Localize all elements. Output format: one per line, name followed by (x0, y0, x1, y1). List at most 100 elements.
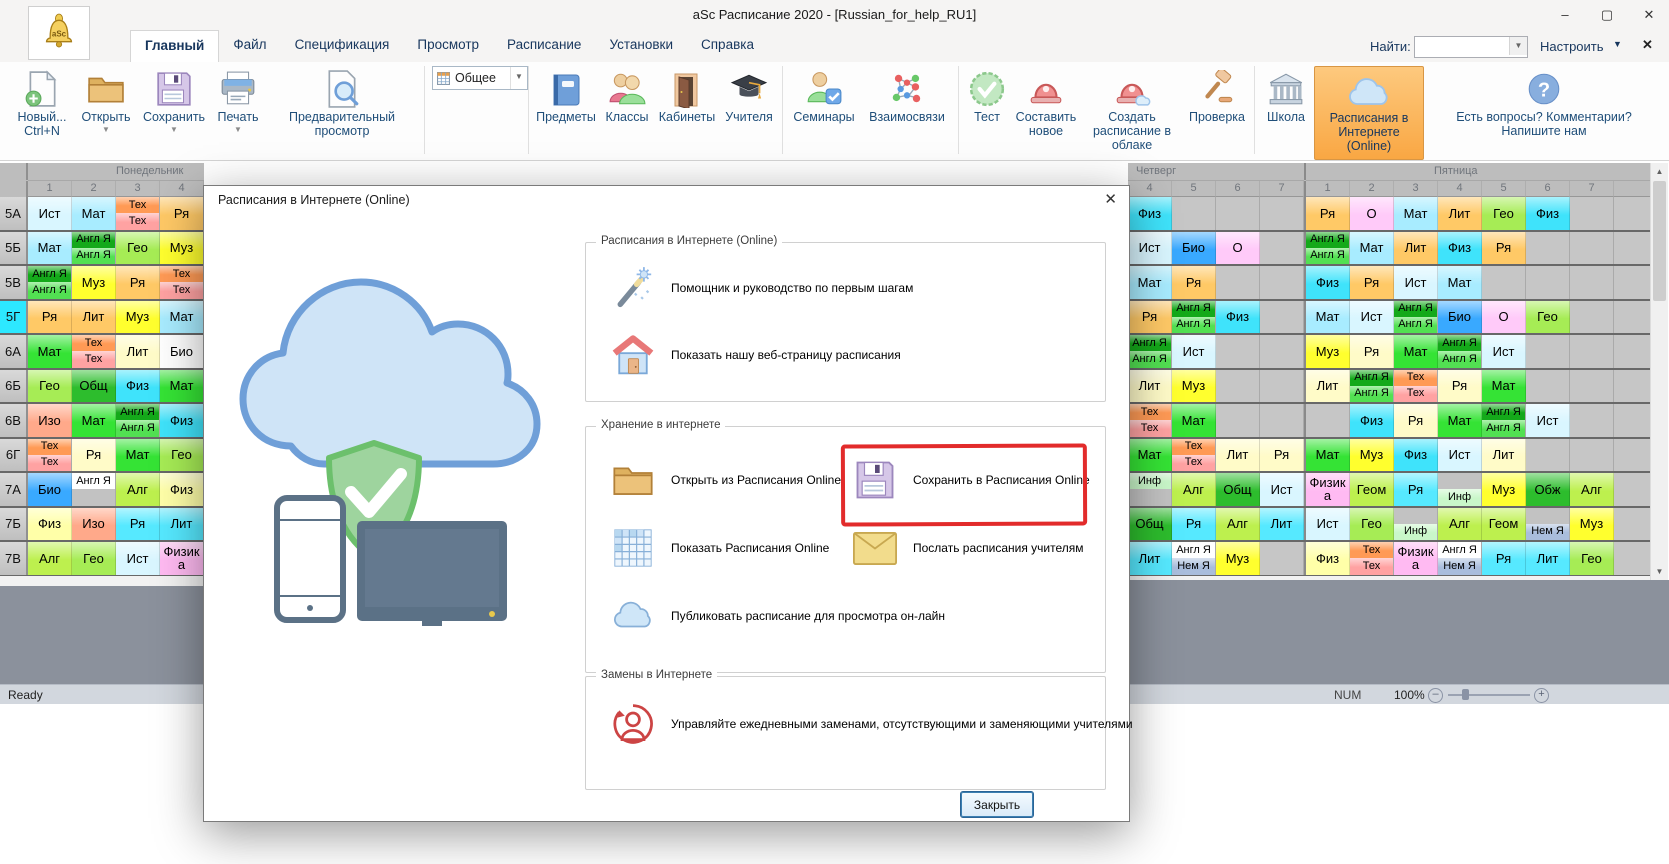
class-row-header[interactable]: 6А (0, 335, 28, 368)
timetable-cell[interactable]: Физ (1394, 439, 1438, 472)
minimize-button[interactable]: – (1548, 4, 1582, 26)
school-button[interactable]: Школа (1260, 66, 1312, 158)
class-row-header[interactable]: 5А (0, 197, 28, 230)
timetable-cell[interactable]: Био (28, 473, 72, 506)
timetable-cell[interactable]: Лит (72, 301, 116, 334)
timetable-cell[interactable]: Мат (28, 335, 72, 368)
test-button[interactable]: Тест (964, 66, 1010, 158)
class-row-header[interactable]: 7В (0, 542, 28, 575)
timetable-cell[interactable]: Англ ЯАнгл Я (1172, 301, 1216, 334)
generate-cloud-button[interactable]: Создать расписание в облаке (1082, 66, 1182, 158)
relations-button[interactable]: Взаимосвязи (860, 66, 954, 158)
timetable-cell[interactable]: Инф (1128, 473, 1172, 506)
find-input[interactable]: ▼ (1414, 36, 1528, 58)
timetable-cell[interactable]: Ист (1526, 404, 1570, 437)
timetable-cell[interactable]: О (1216, 232, 1260, 265)
timetable-cell[interactable]: Физ (1438, 232, 1482, 265)
timetable-cell[interactable]: Алг (1438, 508, 1482, 541)
timetable-cell[interactable]: Геом (1482, 508, 1526, 541)
timetable-cell[interactable]: Мат (1350, 232, 1394, 265)
tab-main[interactable]: Главный (130, 30, 219, 62)
timetable-cell[interactable]: Био (160, 335, 204, 368)
timetable-cell[interactable]: Англ ЯНем Я (1172, 542, 1216, 575)
timetable-cell[interactable]: Ист (28, 197, 72, 230)
timetable-cell[interactable] (1570, 370, 1614, 403)
timetable-cell[interactable] (1570, 404, 1614, 437)
timetable-cell[interactable] (1526, 370, 1570, 403)
timetable-cell[interactable]: Англ ЯНем Я (1438, 542, 1482, 575)
timetable-cell[interactable]: Физ (28, 508, 72, 541)
timetable-cell[interactable]: Ря (72, 439, 116, 472)
timetable-cell[interactable]: ТехТех (1172, 439, 1216, 472)
timetable-cell[interactable]: Муз (1350, 439, 1394, 472)
dialog-item-wizard[interactable]: Помощник и руководство по первым шагам (607, 262, 913, 314)
timetable-cell[interactable]: ТехТех (1394, 370, 1438, 403)
class-row-header[interactable]: 6Г (0, 439, 28, 472)
timetable-cell[interactable]: Физика (1394, 542, 1438, 575)
timetable-cell[interactable]: Изо (28, 404, 72, 437)
timetable-cell[interactable] (1216, 335, 1260, 368)
timetable-cell[interactable]: Ист (1128, 232, 1172, 265)
timetable-cell[interactable] (1216, 404, 1260, 437)
timetable-cell[interactable]: Ря (160, 197, 204, 230)
timetable-cell[interactable]: Мат (116, 439, 160, 472)
timetable-cell[interactable]: Ист (1350, 301, 1394, 334)
timetable-cell[interactable]: Физ (1350, 404, 1394, 437)
class-row-header[interactable]: 7А (0, 473, 28, 506)
timetable-cell[interactable]: Общ (1216, 473, 1260, 506)
timetable-cell[interactable]: Муз (1482, 473, 1526, 506)
classes-button[interactable]: Классы (600, 66, 654, 158)
tab-help[interactable]: Справка (687, 30, 768, 62)
timetable-cell[interactable]: Ист (1482, 335, 1526, 368)
view-select[interactable]: Общее ▼ (432, 66, 528, 90)
dialog-item-webpage[interactable]: Показать нашу веб-страницу расписания (607, 329, 901, 381)
timetable-cell[interactable] (1570, 439, 1614, 472)
tab-timetable[interactable]: Расписание (493, 30, 595, 62)
teachers-button[interactable]: Учителя (720, 66, 778, 158)
timetable-cell[interactable] (1216, 266, 1260, 299)
timetable-cell[interactable]: Англ ЯАнгл Я (1350, 370, 1394, 403)
class-row-header[interactable]: 7Б (0, 508, 28, 541)
timetable-cell[interactable]: Общ (1128, 508, 1172, 541)
timetable-cell[interactable]: Англ ЯАнгл Я (28, 266, 72, 299)
timetable-cell[interactable] (1526, 266, 1570, 299)
class-row-header[interactable]: 5Б (0, 232, 28, 265)
timetable-cell[interactable] (1260, 370, 1304, 403)
timetable-cell[interactable]: Инф (1394, 508, 1438, 541)
timetable-cell[interactable]: Мат (72, 197, 116, 230)
timetable-cell[interactable]: Мат (1482, 370, 1526, 403)
timetable-cell[interactable]: Англ Я (72, 473, 116, 506)
timetable-cell[interactable]: Физ (1526, 197, 1570, 230)
class-row-header[interactable]: 5В (0, 266, 28, 299)
timetable-cell[interactable]: Гео (72, 542, 116, 575)
class-row-header[interactable]: 6В (0, 404, 28, 437)
timetable-cell[interactable]: Физика (160, 542, 204, 575)
timetable-cell[interactable] (1216, 370, 1260, 403)
timetable-cell[interactable] (1260, 301, 1304, 334)
timetable-cell[interactable]: ТехТех (1350, 542, 1394, 575)
timetable-cell[interactable]: Муз (1570, 508, 1614, 541)
timetable-cell[interactable]: Муз (116, 301, 160, 334)
timetable-cell[interactable]: Мат (1128, 266, 1172, 299)
timetable-cell[interactable]: Мат (1394, 197, 1438, 230)
timetable-cell[interactable]: Мат (1394, 335, 1438, 368)
timetable-cell[interactable]: Гео (160, 439, 204, 472)
new-button[interactable]: Новый... Ctrl+N (10, 66, 74, 158)
timetable-cell[interactable]: ТехТех (116, 197, 160, 230)
save-button[interactable]: Сохранить ▼ (138, 66, 210, 158)
timetable-cell[interactable]: Ря (28, 301, 72, 334)
timetable-cell[interactable]: Мат (1306, 439, 1350, 472)
dialog-item-publish-online[interactable]: Публиковать расписание для просмотра он-… (607, 590, 945, 642)
timetable-cell[interactable]: Муз (1216, 542, 1260, 575)
tab-file[interactable]: Файл (219, 30, 280, 62)
dialog-item-show-online[interactable]: Показать Расписания Online (607, 522, 829, 574)
timetable-cell[interactable] (1526, 335, 1570, 368)
timetable-cell[interactable]: Инф (1438, 473, 1482, 506)
class-row-header[interactable]: 5Г (0, 301, 28, 334)
timetable-cell[interactable]: Лит (1438, 197, 1482, 230)
tab-specification[interactable]: Спецификация (281, 30, 404, 62)
print-button[interactable]: Печать ▼ (212, 66, 264, 158)
app-logo[interactable]: aSc (28, 6, 90, 60)
close-icon[interactable]: ✕ (1104, 190, 1117, 208)
timetable-cell[interactable] (1260, 404, 1304, 437)
